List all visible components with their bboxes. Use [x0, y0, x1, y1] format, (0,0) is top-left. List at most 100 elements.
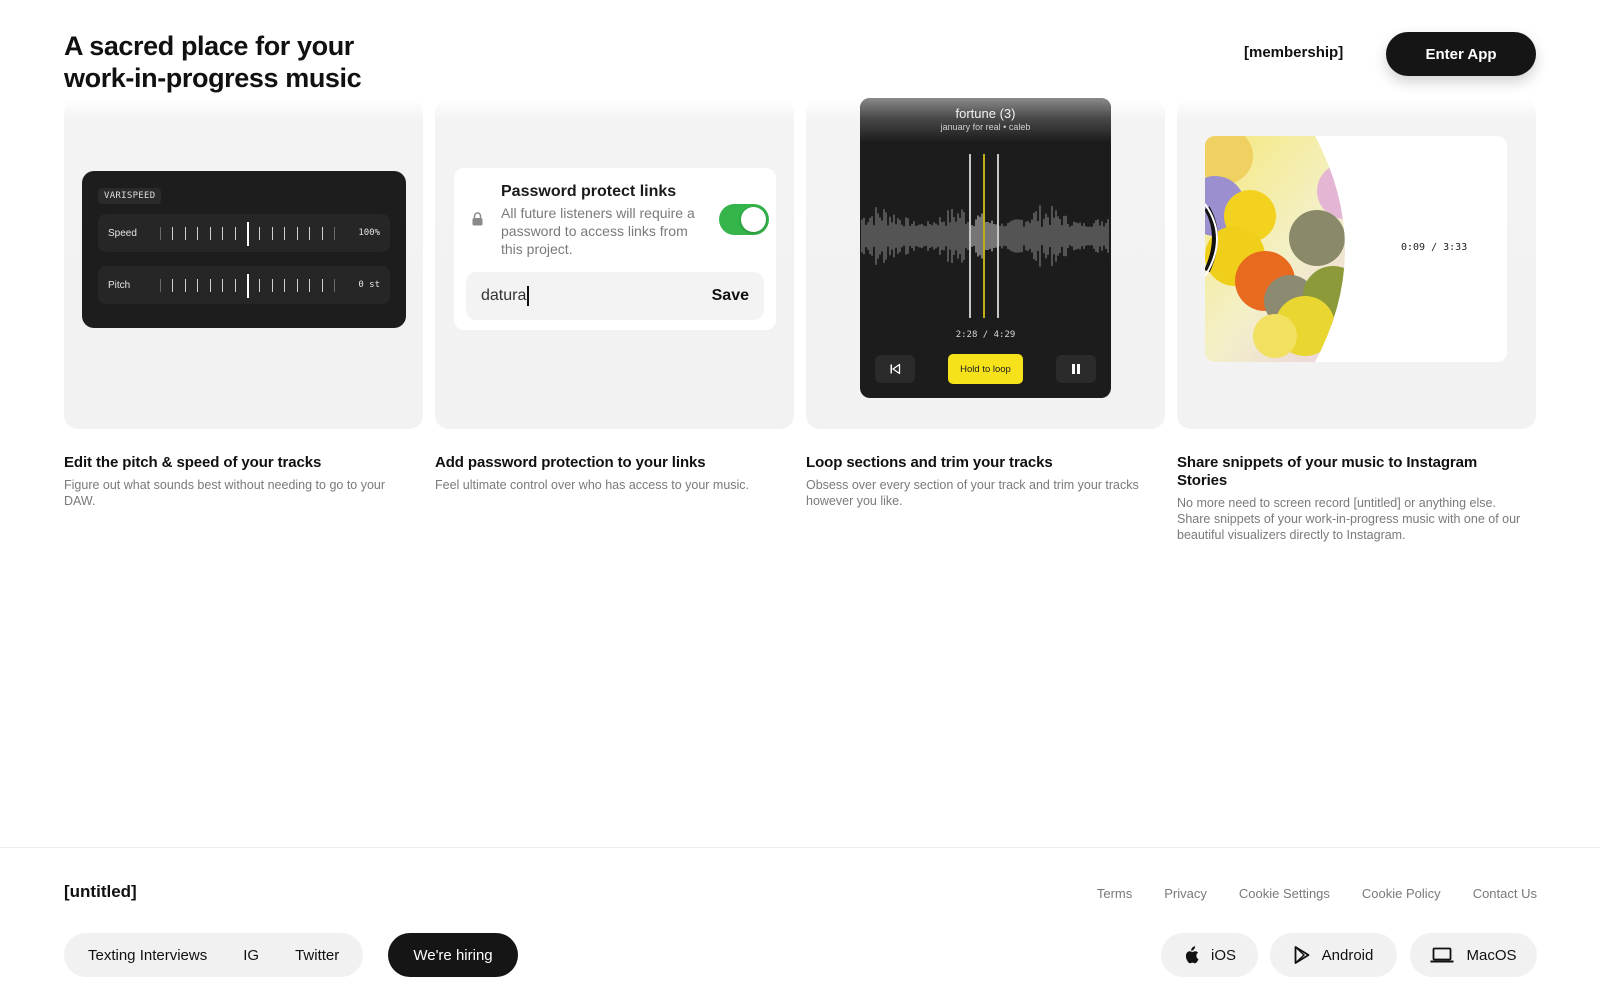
android-label: Android: [1321, 946, 1374, 964]
speed-slider[interactable]: Speed 100%: [98, 214, 390, 252]
password-description: All future listeners will require a pass…: [501, 205, 695, 257]
player-widget: fortune (3) january for real • caleb 2:2…: [860, 98, 1111, 398]
feature-title: Share snippets of your music to Instagra…: [1177, 454, 1478, 489]
visualizer-artwork: [1205, 136, 1345, 362]
slider-tick: [271, 279, 273, 292]
feature-pitch-speed: Edit the pitch & speed of your tracks Fi…: [64, 454, 414, 509]
instagram-card: 0:09 / 3:33: [1177, 98, 1536, 429]
skip-back-button[interactable]: [875, 355, 915, 383]
slider-tick: [184, 279, 186, 292]
android-download-button[interactable]: Android: [1270, 933, 1397, 977]
feature-loop: Loop sections and trim your tracks Obses…: [806, 454, 1156, 509]
track-subtitle: january for real • caleb: [940, 122, 1031, 132]
slider-tick: [197, 279, 199, 292]
enter-app-button[interactable]: Enter App: [1386, 32, 1536, 76]
speed-label: Speed: [108, 227, 137, 239]
macos-label: MacOS: [1466, 946, 1517, 964]
footer-divider: [0, 847, 1600, 848]
hold-to-loop-button[interactable]: Hold to loop: [948, 354, 1023, 384]
snippet-widget: 0:09 / 3:33: [1205, 136, 1507, 362]
brand-logo[interactable]: [untitled]: [64, 882, 137, 902]
lock-icon: [472, 212, 483, 226]
cookie-policy-link[interactable]: Cookie Policy: [1362, 886, 1441, 901]
pitch-slider[interactable]: Pitch 0 st: [98, 266, 390, 304]
slider-tick: [259, 279, 261, 292]
hero-title: A sacred place for your work-in-progress…: [64, 31, 362, 93]
slider-tick: [160, 227, 161, 240]
twitter-link[interactable]: Twitter: [295, 947, 339, 964]
speed-value: 100%: [358, 228, 380, 238]
hiring-button[interactable]: We're hiring: [388, 933, 518, 977]
player-header: fortune (3) january for real • caleb: [860, 98, 1111, 142]
feature-description: Figure out what sounds best without need…: [64, 478, 386, 508]
slider-tick: [222, 227, 224, 240]
macos-download-button[interactable]: MacOS: [1410, 933, 1537, 977]
privacy-link[interactable]: Privacy: [1164, 886, 1207, 901]
playback-time: 2:28 / 4:29: [955, 330, 1016, 340]
loop-card: fortune (3) january for real • caleb 2:2…: [806, 98, 1165, 429]
varispeed-widget: VARISPEED Speed 100% Pitch 0 st: [82, 171, 406, 328]
snippet-time: 0:09 / 3:33: [1401, 242, 1468, 253]
password-title: Password protect links: [501, 183, 677, 200]
feature-password: Add password protection to your links Fe…: [435, 454, 785, 493]
texting-interviews-link[interactable]: Texting Interviews: [88, 947, 207, 964]
laptop-icon: [1430, 947, 1454, 963]
slider-tick: [321, 227, 323, 240]
slider-tick: [197, 227, 199, 240]
toggle-knob: [741, 207, 766, 232]
speed-ticks[interactable]: [160, 221, 346, 246]
password-input[interactable]: datura: [481, 286, 712, 306]
text-caret: [527, 286, 529, 306]
slider-tick: [271, 227, 273, 240]
membership-link[interactable]: [membership]: [1244, 44, 1343, 61]
slider-tick: [160, 279, 161, 292]
terms-link[interactable]: Terms: [1097, 886, 1132, 901]
apple-icon: [1185, 946, 1199, 964]
varispeed-label: VARISPEED: [98, 188, 162, 204]
feature-description: No more need to screen record [untitled]…: [1177, 496, 1521, 542]
slider-tick: [296, 279, 298, 292]
save-button[interactable]: Save: [712, 287, 749, 305]
pitch-ticks[interactable]: [160, 273, 346, 298]
slider-thumb: [247, 222, 249, 246]
pause-button[interactable]: [1056, 355, 1096, 383]
password-input-text: datura: [481, 287, 527, 305]
password-field[interactable]: datura Save: [466, 272, 764, 320]
slider-tick: [284, 227, 286, 240]
track-title: fortune (3): [955, 106, 1016, 121]
waveform[interactable]: [860, 154, 1111, 318]
pitch-value: 0 st: [358, 280, 380, 290]
slider-thumb: [247, 274, 249, 298]
password-card: Password protect links All future listen…: [435, 98, 794, 429]
ig-link[interactable]: IG: [243, 947, 259, 964]
slider-tick: [309, 227, 311, 240]
google-play-icon: [1294, 946, 1310, 964]
slider-tick: [234, 227, 236, 240]
skip-back-icon: [890, 363, 901, 375]
slider-tick: [334, 279, 335, 292]
cookie-settings-link[interactable]: Cookie Settings: [1239, 886, 1330, 901]
feature-description: Feel ultimate control over who has acces…: [435, 478, 750, 492]
footer-links: Terms Privacy Cookie Settings Cookie Pol…: [1097, 886, 1537, 901]
slider-tick: [172, 227, 174, 240]
feature-title: Loop sections and trim your tracks: [806, 454, 1053, 471]
contact-us-link[interactable]: Contact Us: [1473, 886, 1537, 901]
pitch-label: Pitch: [108, 279, 131, 291]
slider-tick: [334, 227, 335, 240]
ios-download-button[interactable]: iOS: [1161, 933, 1258, 977]
slider-tick: [234, 279, 236, 292]
slider-tick: [209, 279, 211, 292]
feature-title: Edit the pitch & speed of your tracks: [64, 454, 322, 471]
slider-tick: [309, 279, 311, 292]
feature-instagram: Share snippets of your music to Instagra…: [1177, 454, 1527, 543]
pause-icon: [1072, 364, 1080, 374]
slider-tick: [184, 227, 186, 240]
password-widget: Password protect links All future listen…: [454, 168, 776, 330]
password-toggle[interactable]: [719, 204, 769, 235]
slider-tick: [209, 227, 211, 240]
slider-tick: [259, 227, 261, 240]
ios-label: iOS: [1210, 946, 1236, 964]
slider-tick: [172, 279, 174, 292]
slider-tick: [222, 279, 224, 292]
slider-tick: [321, 279, 323, 292]
